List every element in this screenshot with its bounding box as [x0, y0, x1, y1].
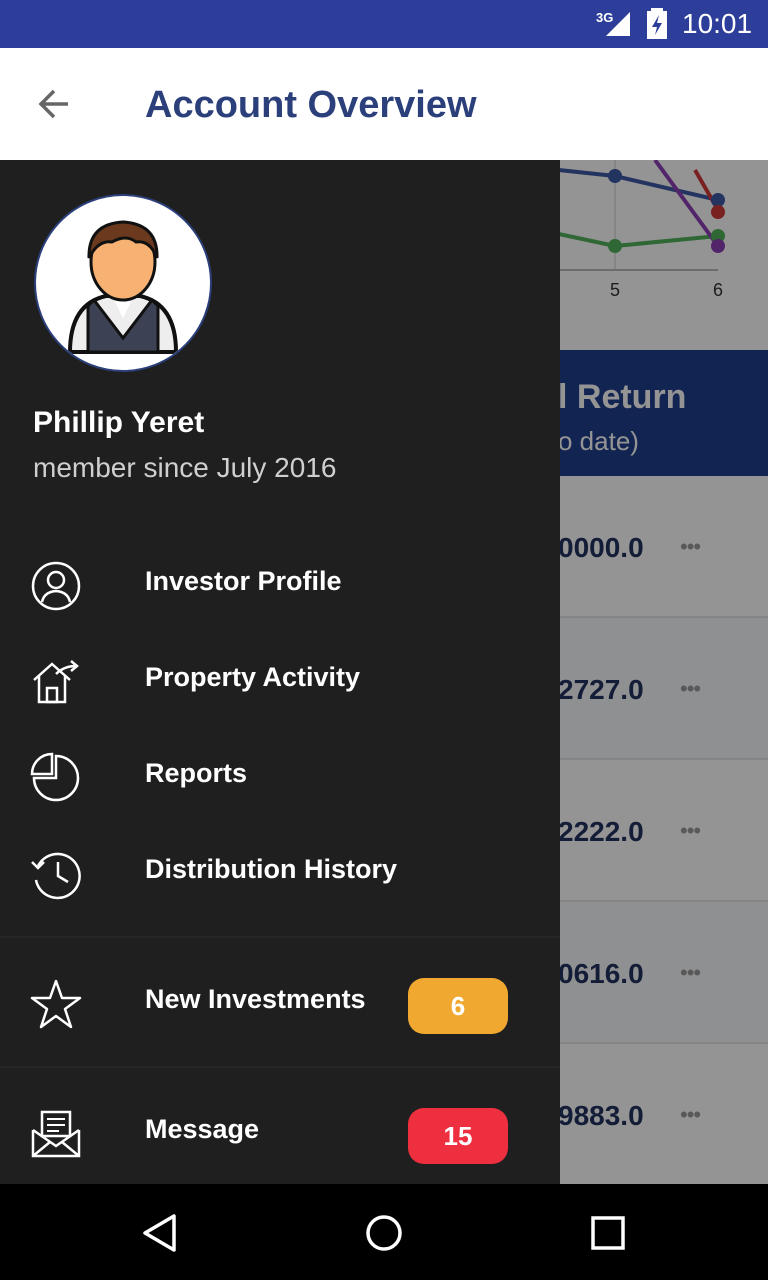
square-recents-icon	[591, 1216, 625, 1250]
menu-item-investor-profile[interactable]: Investor Profile	[0, 538, 560, 634]
user-circle-icon	[31, 561, 81, 611]
menu-item-reports[interactable]: Reports	[0, 730, 560, 826]
avatar[interactable]	[34, 194, 212, 372]
clock: 10:01	[682, 8, 753, 39]
nav-home-button[interactable]	[359, 1208, 409, 1258]
menu-item-new-investments[interactable]: New Investments 6	[0, 956, 560, 1052]
menu-item-label: Distribution History	[145, 854, 398, 884]
divider	[0, 936, 560, 938]
menu-item-label: Reports	[145, 758, 248, 788]
menu-item-property-activity[interactable]: Property Activity	[0, 634, 560, 730]
battery-charging-icon	[647, 8, 667, 39]
menu-item-label: Message	[145, 1114, 260, 1144]
arrow-left-icon	[38, 89, 68, 119]
system-nav-bar	[0, 1184, 768, 1280]
user-avatar-icon	[67, 220, 179, 354]
menu-item-message[interactable]: Message 15	[0, 1086, 560, 1182]
menu-item-label: Investor Profile	[145, 566, 342, 596]
history-icon	[31, 852, 81, 900]
menu-item-distribution-history[interactable]: Distribution History	[0, 826, 560, 922]
divider	[0, 1066, 560, 1068]
mail-icon	[31, 1110, 81, 1158]
star-icon	[30, 979, 82, 1029]
back-button[interactable]	[26, 76, 82, 132]
status-bar: 3G 10:01	[0, 0, 768, 48]
house-arrow-icon	[33, 660, 79, 704]
menu-item-label: Property Activity	[145, 662, 361, 692]
page-title: Account Overview	[145, 84, 477, 126]
member-since: member since July 2016	[33, 452, 337, 483]
app-bar: Account Overview	[0, 48, 768, 160]
navigation-drawer: Phillip Yeret member since July 2016 Inv…	[0, 160, 560, 1184]
triangle-back-icon	[143, 1214, 176, 1252]
count-badge: 15	[408, 1108, 508, 1164]
pie-chart-icon	[30, 752, 80, 802]
user-name: Phillip Yeret	[33, 406, 205, 439]
menu-item-label: New Investments	[145, 984, 366, 1014]
signal-icon	[606, 12, 630, 36]
nav-back-button[interactable]	[135, 1208, 185, 1258]
nav-recents-button[interactable]	[583, 1208, 633, 1258]
count-badge: 6	[408, 978, 508, 1034]
circle-home-icon	[366, 1215, 402, 1251]
